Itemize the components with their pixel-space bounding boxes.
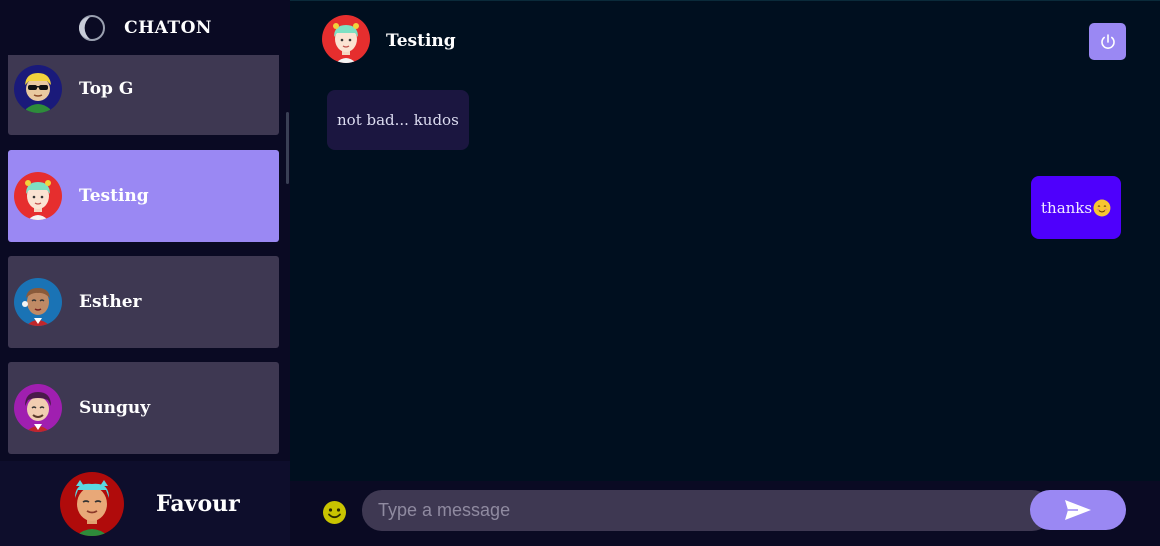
contact-list-scrollbar[interactable]	[286, 112, 289, 184]
crescent-logo-icon	[79, 14, 106, 41]
contact-list[interactable]: Top G Testing Esther Sunguy	[0, 55, 290, 461]
avatar	[14, 65, 62, 113]
contact-item-esther[interactable]: Esther	[8, 256, 279, 348]
contact-name: Esther	[79, 292, 142, 312]
smiling-face-emoji	[1093, 199, 1111, 216]
send-arrow-icon	[1065, 500, 1091, 520]
contact-name: Sunguy	[79, 398, 151, 418]
sidebar: CHATON Top G Testing Esther Sunguy Favou…	[0, 0, 290, 546]
brand: CHATON	[0, 0, 290, 55]
contact-item-top-g[interactable]: Top G	[8, 55, 279, 135]
avatar	[14, 172, 62, 220]
message-text: thanks	[1041, 198, 1093, 217]
current-user-name: Favour	[156, 490, 240, 517]
contact-item-sunguy[interactable]: Sunguy	[8, 362, 279, 454]
chat-header: Testing	[290, 1, 1160, 79]
message-text: not bad... kudos	[337, 111, 459, 129]
send-button[interactable]	[1030, 490, 1126, 530]
message-input[interactable]	[362, 490, 1052, 531]
chat-panel: Testing not bad... kudos thanks	[290, 0, 1160, 546]
app-name: CHATON	[124, 17, 212, 38]
chat-contact-name: Testing	[386, 31, 456, 51]
current-user-panel: Favour	[0, 461, 290, 546]
contact-item-testing[interactable]: Testing	[8, 150, 279, 242]
contact-name: Top G	[79, 79, 134, 99]
avatar	[14, 384, 62, 432]
avatar	[14, 278, 62, 326]
logout-button[interactable]	[1089, 23, 1126, 60]
message-received: not bad... kudos	[327, 90, 469, 150]
current-user-avatar	[60, 471, 124, 536]
message-sent: thanks	[1031, 176, 1121, 239]
smiley-icon[interactable]	[322, 500, 347, 525]
power-icon	[1100, 33, 1115, 49]
contact-name: Testing	[79, 186, 149, 206]
chat-contact-avatar	[322, 15, 370, 63]
message-composer	[290, 481, 1160, 546]
